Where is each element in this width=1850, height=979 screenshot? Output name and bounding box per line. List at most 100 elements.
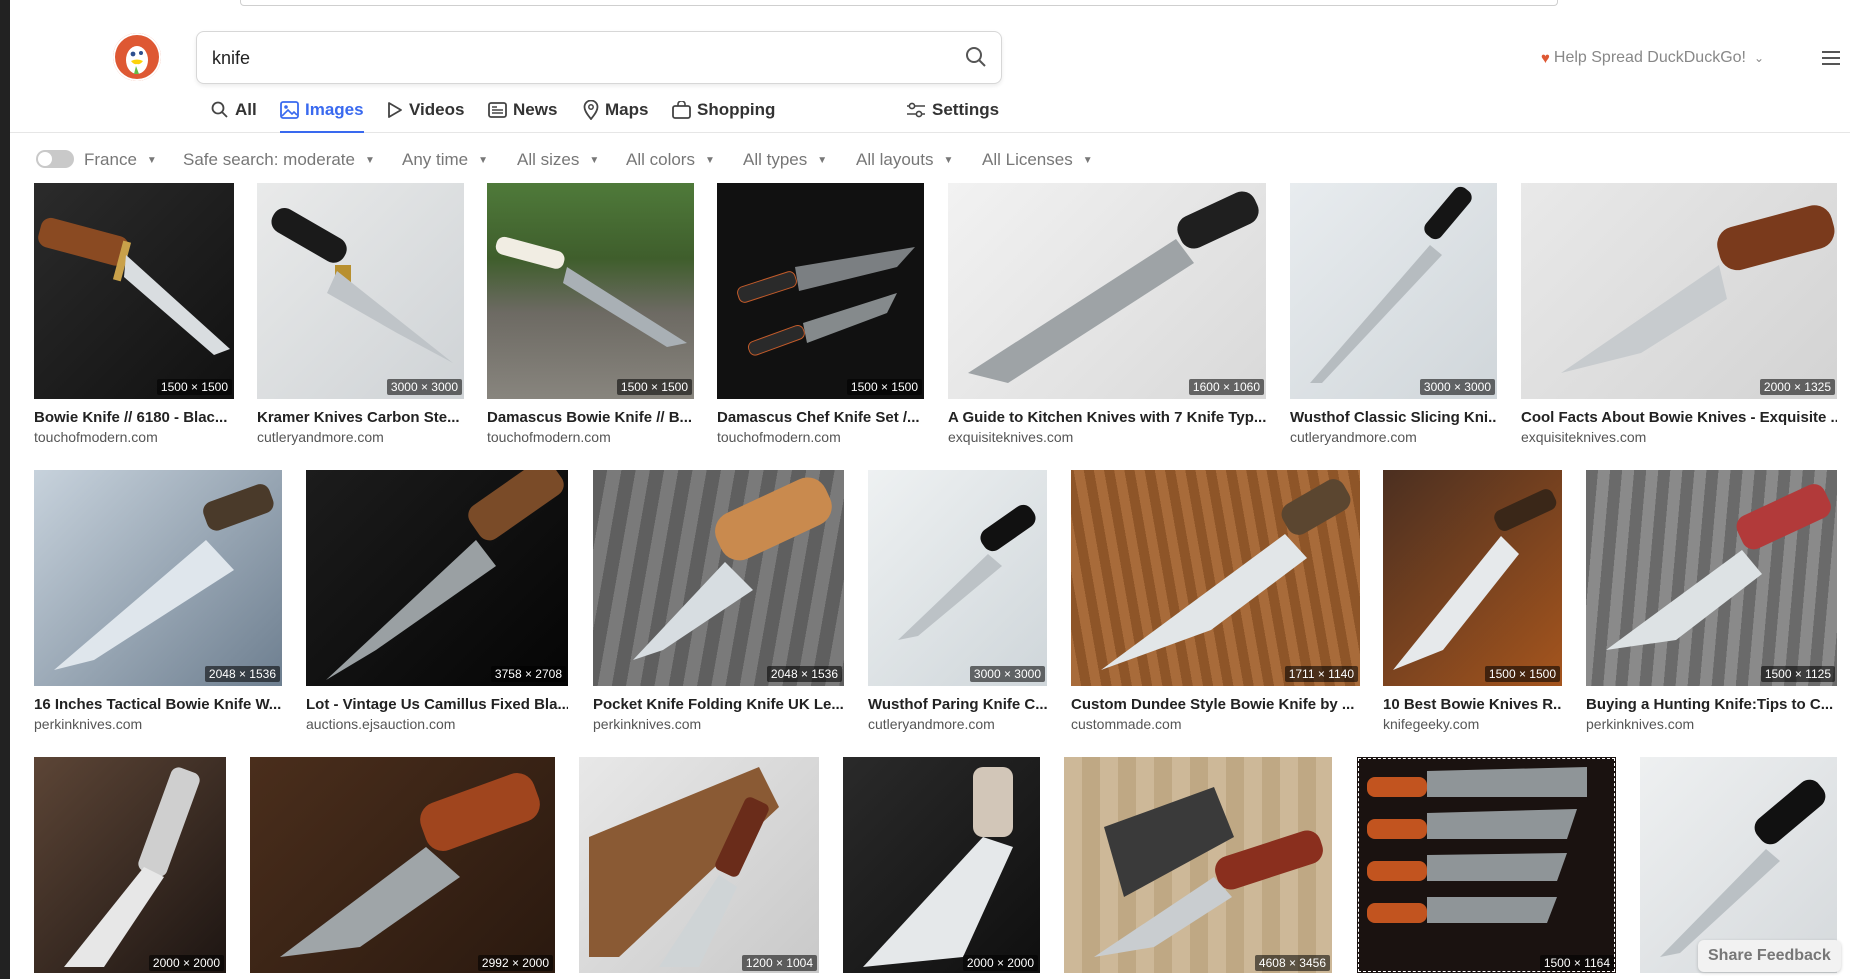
thumbnail[interactable] bbox=[1357, 757, 1616, 973]
image-result[interactable]: 2048 × 1536 Pocket Knife Folding Knife U… bbox=[593, 470, 844, 736]
share-feedback-button[interactable]: Share Feedback bbox=[1698, 940, 1841, 972]
search-bar[interactable] bbox=[196, 31, 1002, 84]
result-title[interactable]: 16 Inches Tactical Bowie Knife W... bbox=[34, 696, 282, 713]
filter-type[interactable]: All types ▼ bbox=[743, 150, 827, 170]
result-title[interactable]: A Guide to Kitchen Knives with 7 Knife T… bbox=[948, 409, 1266, 426]
result-source[interactable]: custommade.com bbox=[1071, 716, 1360, 732]
filter-license[interactable]: All Licenses ▼ bbox=[982, 150, 1093, 170]
search-input[interactable] bbox=[210, 42, 914, 74]
tab-shopping[interactable]: Shopping bbox=[672, 100, 775, 120]
thumbnail[interactable] bbox=[1071, 470, 1360, 686]
thumbnail[interactable] bbox=[717, 183, 924, 399]
result-title[interactable]: Wusthof Paring Knife C... bbox=[868, 696, 1047, 713]
image-result[interactable]: 1500 × 1500 Damascus Chef Knife Set /...… bbox=[717, 183, 924, 449]
image-result[interactable]: 3000 × 3000 Wusthof Classic Slicing Kni.… bbox=[1290, 183, 1497, 449]
knife-image bbox=[38, 217, 230, 355]
thumbnail[interactable] bbox=[257, 183, 464, 399]
result-source[interactable]: touchofmodern.com bbox=[34, 429, 234, 445]
image-result[interactable]: 1500 × 1500 Bowie Knife // 6180 - Blac..… bbox=[34, 183, 234, 449]
result-title[interactable]: Damascus Chef Knife Set /... bbox=[717, 409, 924, 426]
image-dimensions: 1500 × 1500 bbox=[846, 379, 922, 395]
result-title[interactable]: Cool Facts About Bowie Knives - Exquisit… bbox=[1521, 409, 1837, 426]
image-result[interactable]: 3000 × 3000 Wusthof Paring Knife C... cu… bbox=[868, 470, 1047, 736]
result-source[interactable]: perkinknives.com bbox=[1586, 716, 1837, 732]
tab-videos[interactable]: Videos bbox=[387, 100, 464, 120]
search-icon[interactable] bbox=[965, 46, 987, 68]
result-source[interactable]: knifegeeky.com bbox=[1383, 716, 1562, 732]
image-result[interactable]: 2000 × 2000 bbox=[34, 757, 226, 973]
result-source[interactable]: exquisiteknives.com bbox=[1521, 429, 1837, 445]
result-source[interactable]: exquisiteknives.com bbox=[948, 429, 1266, 445]
thumbnail[interactable] bbox=[487, 183, 694, 399]
image-result[interactable]: 2000 × 2000 bbox=[843, 757, 1040, 973]
image-result[interactable]: 1500 × 1125 Buying a Hunting Knife:Tips … bbox=[1586, 470, 1837, 736]
caret-down-icon: ▼ bbox=[943, 154, 954, 166]
thumbnail[interactable] bbox=[579, 757, 819, 973]
result-source[interactable]: cutleryandmore.com bbox=[868, 716, 1047, 732]
result-title[interactable]: Lot - Vintage Us Camillus Fixed Bla... bbox=[306, 696, 568, 713]
caret-down-icon: ▼ bbox=[478, 154, 489, 166]
image-result[interactable]: 2048 × 1536 16 Inches Tactical Bowie Kni… bbox=[34, 470, 282, 736]
image-result[interactable]: 1500 × 1500 Damascus Bowie Knife // B...… bbox=[487, 183, 694, 449]
thumbnail[interactable] bbox=[306, 470, 568, 686]
result-title[interactable]: Damascus Bowie Knife // B... bbox=[487, 409, 694, 426]
result-source[interactable]: cutleryandmore.com bbox=[1290, 429, 1497, 445]
duckduckgo-logo[interactable] bbox=[113, 33, 161, 81]
filter-label: Safe search: moderate bbox=[183, 150, 355, 169]
result-title[interactable]: Custom Dundee Style Bowie Knife by ... bbox=[1071, 696, 1360, 713]
thumbnail[interactable] bbox=[593, 470, 844, 686]
thumbnail[interactable] bbox=[1383, 470, 1562, 686]
image-result[interactable]: 3758 × 2708 Lot - Vintage Us Camillus Fi… bbox=[306, 470, 568, 736]
result-title[interactable]: Kramer Knives Carbon Ste... bbox=[257, 409, 464, 426]
thumbnail[interactable] bbox=[1290, 183, 1497, 399]
image-result[interactable]: 4608 × 3456 bbox=[1064, 757, 1332, 973]
image-result[interactable]: 2992 × 2000 bbox=[250, 757, 555, 973]
image-result[interactable]: 1200 × 1004 bbox=[579, 757, 819, 973]
knife-image bbox=[863, 767, 1013, 967]
result-source[interactable]: auctions.ejsauction.com bbox=[306, 716, 568, 732]
result-source[interactable]: perkinknives.com bbox=[34, 716, 282, 732]
result-source[interactable]: cutleryandmore.com bbox=[257, 429, 464, 445]
region-toggle[interactable] bbox=[36, 150, 74, 168]
tab-settings[interactable]: Settings bbox=[906, 100, 999, 120]
image-result[interactable]: 1500 × 1164 bbox=[1357, 757, 1616, 973]
thumbnail[interactable] bbox=[1586, 470, 1837, 686]
result-title[interactable]: Pocket Knife Folding Knife UK Le... bbox=[593, 696, 844, 713]
result-title[interactable]: Bowie Knife // 6180 - Blac... bbox=[34, 409, 234, 426]
thumbnail[interactable] bbox=[1521, 183, 1837, 399]
image-result[interactable]: 1600 × 1060 A Guide to Kitchen Knives wi… bbox=[948, 183, 1266, 449]
result-title[interactable]: Buying a Hunting Knife:Tips to C... bbox=[1586, 696, 1837, 713]
thumbnail[interactable] bbox=[843, 757, 1040, 973]
help-spread-link[interactable]: ♥ Help Spread DuckDuckGo! ⌄ bbox=[1541, 49, 1764, 67]
result-source[interactable]: perkinknives.com bbox=[593, 716, 844, 732]
thumbnail[interactable] bbox=[34, 757, 226, 973]
thumbnail[interactable] bbox=[34, 183, 234, 399]
tab-images[interactable]: Images bbox=[280, 100, 364, 120]
filter-size[interactable]: All sizes ▼ bbox=[517, 150, 599, 170]
tab-all[interactable]: All bbox=[211, 100, 257, 120]
image-result[interactable]: 1500 × 1500 10 Best Bowie Knives R... kn… bbox=[1383, 470, 1562, 736]
filter-color[interactable]: All colors ▼ bbox=[626, 150, 715, 170]
result-source[interactable]: touchofmodern.com bbox=[717, 429, 924, 445]
tab-maps[interactable]: Maps bbox=[583, 100, 648, 120]
image-result[interactable]: 3000 × 3000 Kramer Knives Carbon Ste... … bbox=[257, 183, 464, 449]
image-dimensions: 1500 × 1500 bbox=[616, 379, 692, 395]
filter-region[interactable]: France ▼ bbox=[84, 150, 157, 170]
result-title[interactable]: 10 Best Bowie Knives R... bbox=[1383, 696, 1562, 713]
image-result[interactable]: 1711 × 1140 Custom Dundee Style Bowie Kn… bbox=[1071, 470, 1360, 736]
image-dimensions: 1500 × 1164 bbox=[1539, 955, 1614, 971]
caret-down-icon: ▼ bbox=[589, 154, 600, 166]
thumbnail[interactable] bbox=[34, 470, 282, 686]
hamburger-menu-icon[interactable] bbox=[1822, 50, 1840, 66]
image-result[interactable]: 2000 × 1325 Cool Facts About Bowie Knive… bbox=[1521, 183, 1837, 449]
thumbnail[interactable] bbox=[948, 183, 1266, 399]
thumbnail[interactable] bbox=[250, 757, 555, 973]
result-source[interactable]: touchofmodern.com bbox=[487, 429, 694, 445]
thumbnail[interactable] bbox=[1064, 757, 1332, 973]
thumbnail[interactable] bbox=[868, 470, 1047, 686]
filter-time[interactable]: Any time ▼ bbox=[402, 150, 488, 170]
result-title[interactable]: Wusthof Classic Slicing Kni... bbox=[1290, 409, 1497, 426]
filter-layout[interactable]: All layouts ▼ bbox=[856, 150, 953, 170]
filter-safe-search[interactable]: Safe search: moderate ▼ bbox=[183, 150, 375, 170]
tab-news[interactable]: News bbox=[488, 100, 557, 120]
